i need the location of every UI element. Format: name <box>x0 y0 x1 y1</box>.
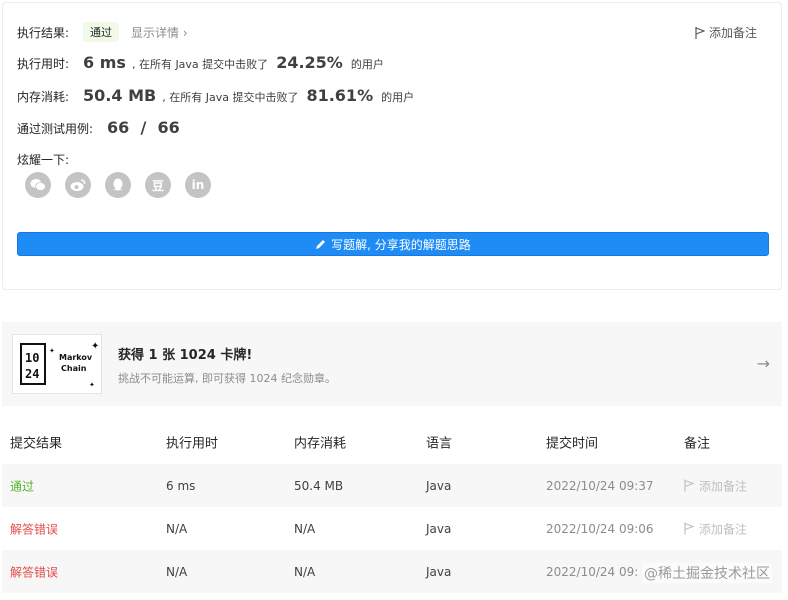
wechat-glyph <box>30 179 46 191</box>
row-language: Java <box>426 564 452 579</box>
row-runtime: N/A <box>166 564 188 579</box>
qq-glyph <box>113 178 123 191</box>
svg-text:✦: ✦ <box>89 381 95 389</box>
card-artwork: 10 24 Markov Chain ✦ ✦ ✦ <box>20 341 99 389</box>
row-result[interactable]: 通过 <box>10 477 34 494</box>
header-memory: 内存消耗 <box>294 436 347 452</box>
qq-icon[interactable] <box>105 172 131 198</box>
flag-icon <box>684 522 694 535</box>
write-solution-button[interactable]: 写题解, 分享我的解题思路 <box>17 232 769 256</box>
runtime-text: , 在所有 Java 提交中击败了 <box>131 58 269 71</box>
add-note-label: 添加备注 <box>708 26 757 40</box>
arrow-right-icon[interactable]: → <box>757 354 770 373</box>
douban-glyph: 豆 <box>151 178 164 193</box>
row-submit-time: 2022/10/24 09:06 <box>546 521 654 536</box>
row-memory: N/A <box>294 564 316 579</box>
wechat-icon[interactable] <box>25 172 51 198</box>
weibo-glyph <box>70 179 86 191</box>
status-label: 执行结果: <box>17 25 70 40</box>
card-number-top: 10 <box>25 351 39 365</box>
linkedin-glyph: in <box>191 178 205 192</box>
runtime-suffix: 的用户 <box>350 58 384 71</box>
weibo-icon[interactable] <box>65 172 91 198</box>
row-runtime: N/A <box>166 521 188 536</box>
card-text-markov: Markov <box>59 353 93 362</box>
table-row[interactable]: 通过 6 ms 50.4 MB Java 2022/10/24 09:37 添加… <box>2 464 782 507</box>
header-language: 语言 <box>426 436 453 452</box>
row-language: Java <box>426 478 452 493</box>
memory-suffix: 的用户 <box>381 91 415 104</box>
runtime-percent: 24.25% <box>276 53 343 72</box>
header-submit-time: 提交时间 <box>546 436 599 452</box>
add-note-button[interactable]: 添加备注 <box>695 24 757 41</box>
show-details-link[interactable]: 显示详情 › <box>131 24 188 41</box>
memory-text: , 在所有 Java 提交中击败了 <box>162 91 299 104</box>
linkedin-icon[interactable]: in <box>185 172 211 198</box>
runtime-value: 6 ms <box>83 53 126 72</box>
header-note: 备注 <box>684 436 711 452</box>
write-solution-label: 写题解, 分享我的解题思路 <box>331 237 471 252</box>
row-result[interactable]: 解答错误 <box>10 520 58 537</box>
achievement-banner[interactable]: 10 24 Markov Chain ✦ ✦ ✦ 获得 1 张 1024 卡牌!… <box>2 322 782 406</box>
watermark: @稀土掘金技术社区 <box>642 563 772 583</box>
test-cases-value: 66 / 66 <box>107 118 180 137</box>
row-language: Java <box>426 521 452 536</box>
pencil-icon <box>316 239 326 249</box>
flag-icon <box>684 479 694 492</box>
memory-percent: 81.61% <box>306 86 374 105</box>
douban-icon[interactable]: 豆 <box>145 172 171 198</box>
svg-text:✦: ✦ <box>91 341 99 352</box>
row-add-note-button[interactable]: 添加备注 <box>684 477 747 494</box>
memory-row: 内存消耗: 50.4 MB , 在所有 Java 提交中击败了 81.61% 的… <box>17 86 414 105</box>
row-add-note-label: 添加备注 <box>699 479 748 493</box>
runtime-label: 执行用时: <box>17 57 70 71</box>
header-result: 提交结果 <box>10 436 63 452</box>
achievement-subtitle: 挑战不可能运算, 即可获得 1024 纪念勋章。 <box>118 372 336 385</box>
table-row[interactable]: 解答错误 N/A N/A Java 2022/10/24 09:06 添加备注 <box>2 507 782 550</box>
memory-value: 50.4 MB <box>83 86 157 105</box>
row-runtime: 6 ms <box>166 478 196 493</box>
achievement-title: 获得 1 张 1024 卡牌! <box>118 348 253 363</box>
result-card: 执行结果: 通过 显示详情 › 添加备注 执行用时: 6 ms , 在所有 Ja… <box>2 2 782 290</box>
submission-result-page: 执行结果: 通过 显示详情 › 添加备注 执行用时: 6 ms , 在所有 Ja… <box>0 0 788 600</box>
row-memory: N/A <box>294 521 316 536</box>
header-runtime: 执行用时 <box>166 436 219 452</box>
row-add-note-label: 添加备注 <box>699 522 748 536</box>
markov-chain-card-image: 10 24 Markov Chain ✦ ✦ ✦ <box>12 334 102 394</box>
svg-text:✦: ✦ <box>49 347 55 355</box>
test-cases-label: 通过测试用例: <box>17 122 94 136</box>
flag-icon <box>695 26 705 39</box>
row-memory: 50.4 MB <box>294 478 344 493</box>
card-text-chain: Chain <box>61 364 87 373</box>
row-submit-time: 2022/10/24 09:37 <box>546 478 654 493</box>
test-cases-row: 通过测试用例: 66 / 66 <box>17 118 180 137</box>
share-icons: 豆 in <box>25 172 211 198</box>
memory-label: 内存消耗: <box>17 90 70 104</box>
table-header: 提交结果 执行用时 内存消耗 语言 提交时间 备注 <box>2 420 782 464</box>
row-result[interactable]: 解答错误 <box>10 563 58 580</box>
status-row: 执行结果: 通过 显示详情 › <box>17 22 188 42</box>
row-submit-time: 2022/10/24 09: <box>546 564 639 579</box>
status-badge: 通过 <box>83 22 120 42</box>
card-number-bottom: 24 <box>25 367 39 381</box>
row-add-note-button[interactable]: 添加备注 <box>684 520 747 537</box>
share-label: 炫耀一下: <box>17 153 70 167</box>
runtime-row: 执行用时: 6 ms , 在所有 Java 提交中击败了 24.25% 的用户 <box>17 53 384 72</box>
